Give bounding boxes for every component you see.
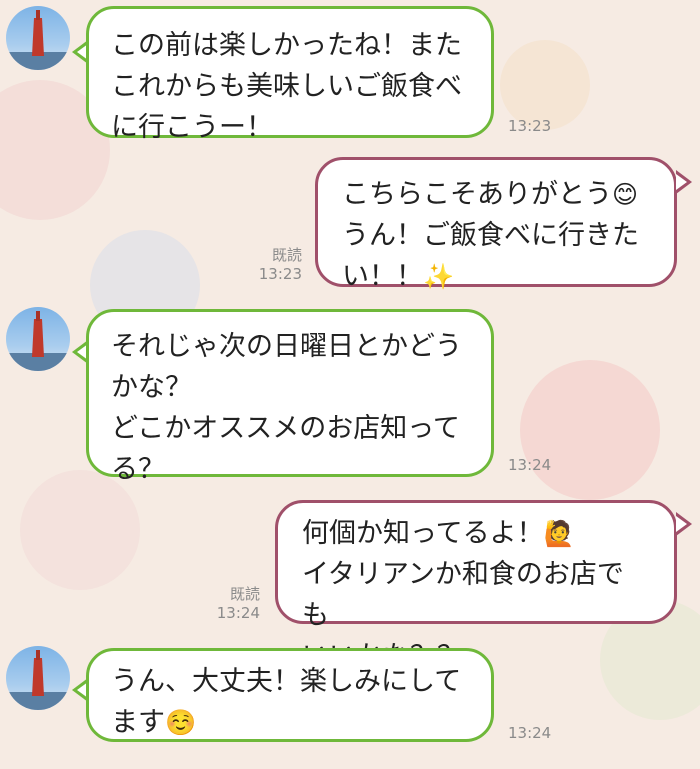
message-text-continued: うん！ご飯食べに行きた い！！ <box>342 220 639 292</box>
avatar[interactable] <box>6 307 70 371</box>
raising-hand-emoji: 🙋 <box>543 519 575 548</box>
bubble-tail <box>676 512 692 536</box>
message-text: うん、大丈夫！楽しみにして ます <box>111 666 462 738</box>
message-text: この前は楽しかったね！また これからも美味しいご飯食べ に行こうー！ <box>111 30 462 143</box>
tower-photo <box>6 311 70 371</box>
avatar[interactable] <box>6 6 70 70</box>
message-text: 何個か知ってるよ！ <box>302 518 544 549</box>
message-time: 13:24 <box>508 724 552 742</box>
message-time: 13:24 <box>216 604 260 622</box>
tower-photo <box>6 650 70 710</box>
message-text: それじゃ次の日曜日とかどう かな？ どこかオススメのお店知って る？ <box>111 331 462 485</box>
message-time: 13:24 <box>508 456 552 474</box>
message-bubble-incoming[interactable]: それじゃ次の日曜日とかどう かな？ どこかオススメのお店知って る？ <box>86 309 494 485</box>
avatar[interactable] <box>6 646 70 710</box>
message-bubble-outgoing[interactable]: 何個か知ってるよ！🙋 イタリアンか和食のお店でも いいかな？？ <box>275 500 677 672</box>
read-receipt: 既読 <box>271 246 302 264</box>
sparkles-emoji: ✨ <box>423 262 455 291</box>
smiling-face-emoji: ☺️ <box>165 708 197 737</box>
message-bubble-outgoing[interactable]: こちらこそありがとう😊 うん！ご飯食べに行きた い！！✨ <box>315 157 677 292</box>
tower-photo <box>6 10 70 70</box>
chat-log: この前は楽しかったね！また これからも美味しいご飯食べ に行こうー！ 13:23… <box>0 0 700 769</box>
message-bubble-incoming[interactable]: この前は楽しかったね！また これからも美味しいご飯食べ に行こうー！ <box>86 6 494 143</box>
message-text: こちらこそありがとう <box>342 179 612 210</box>
bubble-tail <box>676 170 692 194</box>
message-time: 13:23 <box>508 117 552 135</box>
message-time: 13:23 <box>258 265 302 283</box>
smiling-face-emoji: 😊 <box>612 180 639 209</box>
read-receipt: 既読 <box>229 585 260 603</box>
message-bubble-incoming[interactable]: うん、大丈夫！楽しみにして ます☺️ <box>86 648 494 742</box>
